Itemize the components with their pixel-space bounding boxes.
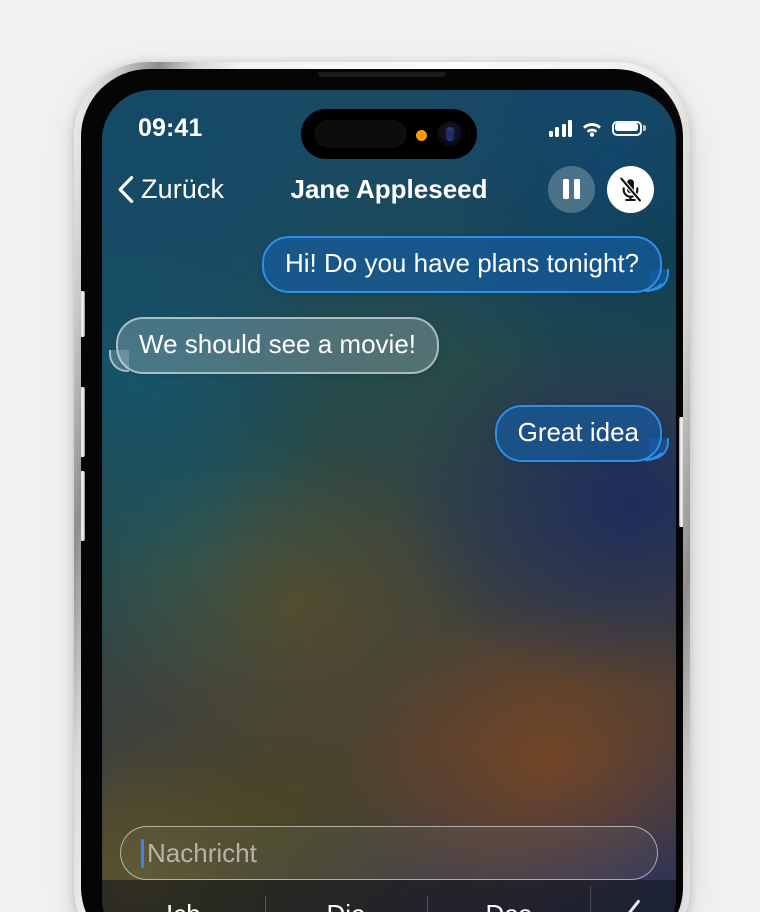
- dynamic-island-pill: [314, 120, 407, 148]
- message-row: We should see a movie!: [109, 317, 662, 375]
- collapse-suggestions-button[interactable]: [590, 880, 676, 912]
- earpiece-speaker-grille: [318, 72, 446, 77]
- microphone-in-use-indicator-icon: [416, 130, 427, 141]
- iphone-device: 09:41 Zurück Jane Appleseed Hi! Do you h…: [74, 62, 690, 912]
- status-indicators: [548, 119, 646, 137]
- chevron-left-icon: [118, 175, 134, 203]
- message-bubble-outgoing[interactable]: Great idea: [494, 405, 669, 463]
- suggestion-das[interactable]: Das: [427, 880, 590, 912]
- back-button[interactable]: Zurück: [118, 174, 224, 205]
- status-time: 09:41: [138, 113, 203, 142]
- power-button[interactable]: [679, 417, 683, 527]
- microphone-muted-icon: [619, 176, 642, 202]
- message-text: Hi! Do you have plans tonight?: [285, 248, 640, 278]
- volume-up-button[interactable]: [81, 387, 85, 457]
- nav-actions: [548, 165, 654, 213]
- cellular-signal-icon: [548, 119, 572, 137]
- message-text: We should see a movie!: [139, 329, 416, 360]
- suggestion-die[interactable]: Die: [264, 880, 428, 912]
- message-input-bar: Nachricht: [102, 826, 676, 880]
- action-button[interactable]: [81, 291, 85, 337]
- front-camera-icon: [437, 121, 463, 147]
- message-input[interactable]: Nachricht: [120, 826, 658, 880]
- volume-down-button[interactable]: [81, 471, 85, 541]
- predictive-text-bar: Ich Die Das: [102, 880, 676, 912]
- phone-bezel: 09:41 Zurück Jane Appleseed Hi! Do you h…: [81, 69, 683, 912]
- back-button-label: Zurück: [141, 173, 225, 204]
- phone-screen: 09:41 Zurück Jane Appleseed Hi! Do you h…: [102, 90, 676, 912]
- battery-full-icon: [612, 120, 646, 136]
- message-bubble-outgoing[interactable]: Hi! Do you have plans tonight?: [262, 236, 669, 294]
- page-title: Jane Appleseed: [290, 173, 488, 204]
- wifi-icon: [583, 122, 601, 137]
- dynamic-island[interactable]: [301, 109, 477, 159]
- message-text: Great idea: [517, 417, 639, 448]
- message-bubble-incoming[interactable]: We should see a movie!: [109, 317, 439, 375]
- pause-button[interactable]: [548, 165, 595, 213]
- suggestion-ich[interactable]: Ich: [102, 880, 265, 912]
- chevron-left-icon: [627, 899, 640, 912]
- conversation-thread: Hi! Do you have plans tonight? We should…: [102, 230, 676, 816]
- navigation-bar: Zurück Jane Appleseed: [102, 152, 676, 226]
- text-cursor: [141, 838, 144, 868]
- message-input-placeholder: Nachricht: [147, 837, 257, 868]
- message-row: Hi! Do you have plans tonight?: [116, 236, 669, 294]
- message-row: Great idea: [116, 405, 669, 463]
- mute-button[interactable]: [607, 165, 654, 213]
